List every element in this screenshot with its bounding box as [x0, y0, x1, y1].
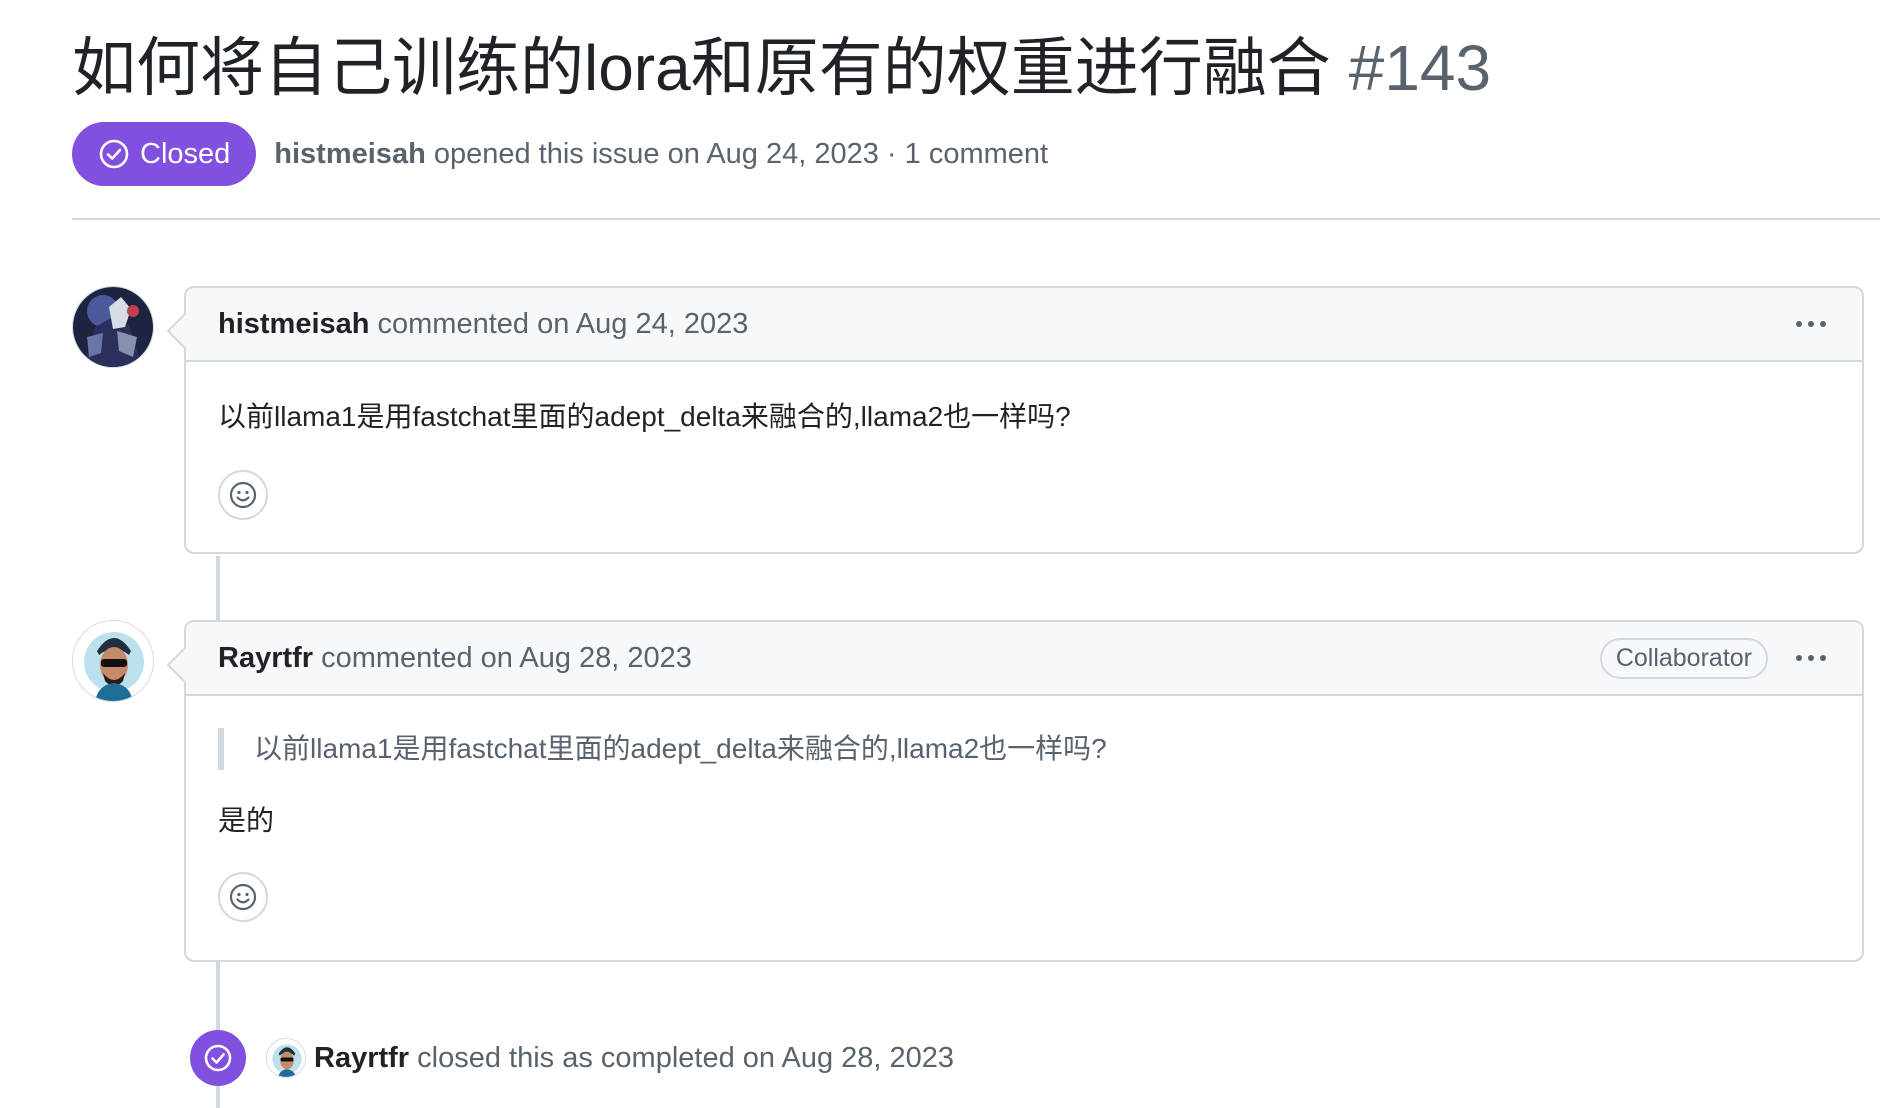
event-text: Rayrtfr closed this as completed on Aug …	[314, 1042, 954, 1075]
timeline-event-closed: Rayrtfr closed this as completed on Aug …	[190, 1030, 954, 1086]
state-badge: Closed	[72, 122, 257, 186]
smiley-icon	[229, 481, 257, 509]
comment-body: 以前llama1是用fastchat里面的adept_delta来融合的,lla…	[186, 362, 1862, 520]
comment-card: histmeisah commented on Aug 24, 2023 以前l…	[166, 286, 1864, 554]
comment-body: 以前llama1是用fastchat里面的adept_delta来融合的,lla…	[186, 728, 1862, 922]
comment-author-link[interactable]: Rayrtfr	[218, 642, 313, 675]
smiley-icon	[229, 883, 257, 911]
event-description: closed this as completed on Aug 28, 2023	[417, 1041, 955, 1074]
issue-title-text: 如何将自己训练的lora和原有的权重进行融合	[72, 32, 1331, 104]
check-circle-icon	[99, 139, 129, 169]
avatar[interactable]	[72, 286, 154, 368]
quoted-reply: 以前llama1是用fastchat里面的adept_delta来融合的,lla…	[218, 728, 1830, 770]
add-reaction-button[interactable]	[218, 470, 268, 520]
add-reaction-button[interactable]	[218, 872, 268, 922]
comment-author-link[interactable]: histmeisah	[218, 308, 370, 341]
event-author-link[interactable]: Rayrtfr	[314, 1042, 409, 1074]
comment-header: histmeisah commented on Aug 24, 2023	[186, 288, 1862, 362]
closed-event-badge	[190, 1030, 246, 1086]
issue-opened-text: opened this issue on Aug 24, 2023 · 1 co…	[433, 137, 1049, 170]
issue-meta: Closed histmeisah opened this issue on A…	[72, 122, 1048, 186]
avatar[interactable]	[266, 1038, 306, 1078]
comment-text: 以前llama1是用fastchat里面的adept_delta来融合的,lla…	[218, 401, 1071, 432]
comment-text: 是的	[218, 805, 275, 836]
collaborator-badge: Collaborator	[1599, 637, 1768, 679]
state-label: Closed	[140, 137, 231, 170]
comment-timestamp[interactable]: commented on Aug 24, 2023	[378, 308, 749, 341]
issue-number: #143	[1348, 32, 1492, 104]
comment-timestamp[interactable]: commented on Aug 28, 2023	[321, 642, 692, 675]
header-divider	[72, 218, 1880, 220]
comment-options-button[interactable]	[1792, 315, 1830, 333]
comment-header: Rayrtfr commented on Aug 28, 2023 Collab…	[186, 622, 1862, 696]
issue-author-link[interactable]: histmeisah	[274, 138, 426, 170]
issue-title: 如何将自己训练的lora和原有的权重进行融合 #143	[72, 26, 1491, 110]
check-circle-icon	[204, 1044, 232, 1072]
avatar[interactable]	[72, 620, 154, 702]
comment-card: Rayrtfr commented on Aug 28, 2023 Collab…	[166, 620, 1864, 962]
issue-meta-text: histmeisah opened this issue on Aug 24, …	[274, 138, 1048, 171]
comment-options-button[interactable]	[1792, 649, 1830, 667]
timeline-line	[216, 556, 220, 620]
